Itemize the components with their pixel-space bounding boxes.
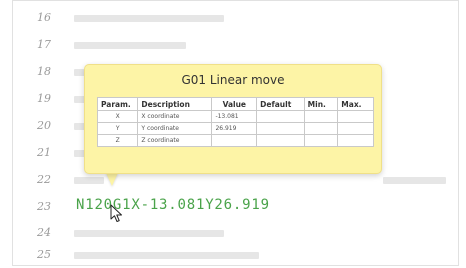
column-header-description: Description [137,97,213,111]
line-number: 25 [37,248,51,261]
editor-line-current: 23 N120G1X-13.081Y26.919 [13,194,458,220]
cell-description: Z coordinate [137,134,213,147]
table-row: Z Z coordinate [96,134,374,147]
line-number: 22 [37,173,51,186]
column-header-max: Max. [337,97,374,111]
gcode-line-text[interactable]: N120G1X-13.081Y26.919 [76,197,270,213]
gcode-tooltip: G01 Linear move Param. Description Value… [84,64,382,174]
table-row: Y Y coordinate 26.919 [96,122,374,135]
line-content-placeholder [74,177,104,184]
column-header-param: Param. [96,97,139,111]
line-number: 21 [37,146,51,159]
cell-value: 26.919 [211,122,258,135]
line-content-placeholder [74,230,224,237]
line-number: 24 [37,226,51,239]
cell-value: -13.081 [211,110,258,123]
line-number: 16 [37,11,51,24]
cell-min [303,134,339,147]
cell-min [303,110,339,123]
line-content-placeholder [74,15,224,22]
line-content-placeholder [74,42,186,49]
line-content-placeholder [74,252,259,259]
cell-description: Y coordinate [137,122,213,135]
cell-max [337,122,374,135]
cell-default [256,134,305,147]
line-number: 17 [37,38,51,51]
cell-value [211,134,258,147]
parameter-table-header: Param. Description Value Default Min. Ma… [96,97,374,111]
cell-description: X coordinate [137,110,213,123]
cell-default [256,122,305,135]
tooltip-title: G01 Linear move [181,73,285,87]
line-number: 19 [37,92,51,105]
tooltip-pointer [106,173,118,186]
column-header-min: Min. [303,97,339,111]
line-number: 20 [37,119,51,132]
line-number: 23 [37,200,51,213]
column-header-value: Value [211,97,258,111]
cell-param: Z [96,134,139,147]
editor-line: 25 [13,242,458,268]
cell-param: Y [96,122,139,135]
line-content-placeholder [383,177,446,184]
cell-max [337,134,374,147]
cell-min [303,122,339,135]
mouse-pointer-icon [110,204,124,229]
editor-line: 17 [13,32,458,58]
editor-line: 16 [13,5,458,31]
cell-max [337,110,374,123]
parameter-table: Param. Description Value Default Min. Ma… [96,97,374,147]
cell-default [256,110,305,123]
cell-param: X [96,110,139,123]
column-header-default: Default [256,97,305,111]
line-number: 18 [37,65,51,78]
table-row: X X coordinate -13.081 [96,110,374,123]
